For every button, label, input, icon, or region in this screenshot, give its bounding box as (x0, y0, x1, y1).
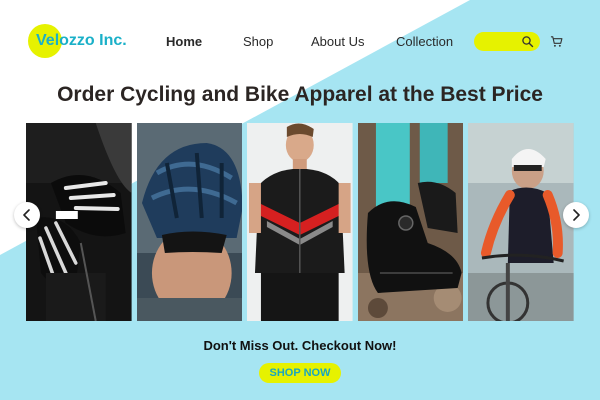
search-input[interactable] (482, 34, 522, 49)
nav-collection[interactable]: Collection (396, 34, 453, 49)
search-bar[interactable] (474, 32, 540, 51)
gallery-photo-cyclist[interactable] (468, 123, 574, 321)
gallery-photo-helmet[interactable] (136, 123, 243, 321)
cart-icon[interactable] (550, 35, 563, 48)
nav-home[interactable]: Home (166, 34, 202, 49)
nav-shop[interactable]: Shop (243, 34, 273, 49)
gallery-photo-shoes[interactable] (357, 123, 464, 321)
cta-text: Don't Miss Out. Checkout Now! (203, 338, 397, 353)
carousel-prev-button[interactable] (14, 202, 40, 228)
chevron-left-icon (23, 209, 30, 221)
brand-name: Velozzo Inc. (36, 32, 127, 49)
shop-now-button[interactable]: SHOP NOW (259, 363, 341, 383)
carousel-next-button[interactable] (563, 202, 589, 228)
search-icon[interactable] (521, 35, 534, 48)
site-header: Velozzo Inc. Home Shop About Us Collecti… (0, 0, 600, 82)
page-headline: Order Cycling and Bike Apparel at the Be… (57, 83, 543, 106)
gallery-photo-jersey[interactable] (247, 123, 353, 321)
brand-logo[interactable]: Velozzo Inc. (28, 24, 127, 58)
nav-about-us[interactable]: About Us (311, 34, 364, 49)
chevron-right-icon (573, 209, 580, 221)
gallery-photo-gloves[interactable] (26, 123, 132, 321)
product-gallery (26, 123, 574, 321)
